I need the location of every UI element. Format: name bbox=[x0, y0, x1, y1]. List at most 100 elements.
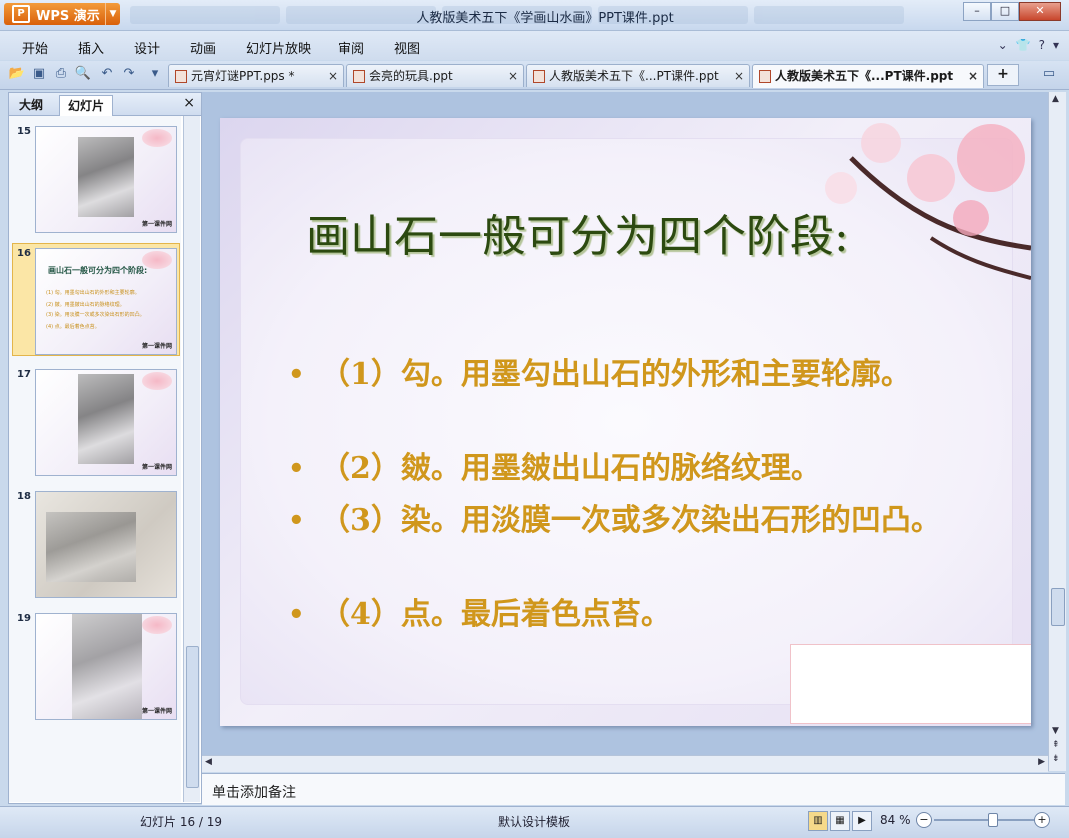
ghost-tab bbox=[130, 6, 280, 24]
scroll-up-icon[interactable]: ▲ bbox=[1052, 94, 1059, 104]
menu-bar: 开始 插入 设计 动画 幻灯片放映 审阅 视图 ⌄ 👕 ? ▾ bbox=[0, 31, 1069, 60]
ppt-file-icon bbox=[759, 70, 771, 83]
zoom-out-icon[interactable]: − bbox=[916, 812, 932, 828]
notes-placeholder: 单击添加备注 bbox=[212, 785, 296, 801]
close-window-button[interactable]: ✕ bbox=[1019, 2, 1061, 21]
close-icon[interactable]: × bbox=[508, 65, 518, 87]
save-icon[interactable]: ▣ bbox=[30, 65, 48, 83]
bullet-dot-icon: • bbox=[288, 506, 305, 536]
doc-tab-label: 人教版美术五下《...PT课件.ppt bbox=[775, 69, 954, 83]
doc-tab-label: 会亮的玩具.ppt bbox=[369, 69, 453, 83]
menu-design[interactable]: 设计 bbox=[134, 38, 160, 57]
window-controls: – □ ✕ bbox=[963, 2, 1061, 21]
ppt-file-icon bbox=[533, 70, 545, 83]
title-bar: P WPS 演示 ▼ 人教版美术五下《学画山水画》PPT课件.ppt – □ ✕ bbox=[0, 0, 1069, 31]
wps-logo-icon: P bbox=[12, 5, 30, 23]
blossom-decoration bbox=[142, 129, 172, 147]
slide-number: 17 bbox=[17, 369, 31, 380]
slides-pane: 大纲 幻灯片 × 15 第一课件网 16 画山石一般可分为四个阶段: (1) 勾… bbox=[8, 92, 202, 804]
bullet-text: （3）染。用淡膜一次或多次染出石形的凹凸。 bbox=[320, 503, 941, 538]
app-name: WPS 演示 bbox=[36, 8, 100, 24]
menu-view[interactable]: 视图 bbox=[394, 38, 420, 57]
slide-title[interactable]: 画山石一般可分为四个阶段: bbox=[306, 200, 849, 264]
close-icon[interactable]: × bbox=[734, 65, 744, 87]
redo-icon[interactable]: ↷ bbox=[120, 65, 138, 83]
slide-thumbnail-list: 15 第一课件网 16 画山石一般可分为四个阶段: (1) 勾。用墨勾出山石的外… bbox=[9, 116, 181, 802]
menu-start[interactable]: 开始 bbox=[22, 38, 48, 57]
chevron-down-icon[interactable]: ▾ bbox=[1053, 38, 1059, 52]
menu-animation[interactable]: 动画 bbox=[190, 38, 216, 57]
help-icon[interactable]: ? bbox=[1039, 38, 1045, 52]
scrollbar-thumb[interactable] bbox=[1051, 588, 1065, 626]
menu-slideshow[interactable]: 幻灯片放映 bbox=[246, 38, 311, 57]
ppt-file-icon bbox=[175, 70, 187, 83]
scroll-right-icon[interactable]: ▶ bbox=[1038, 757, 1045, 767]
window-layout-icon[interactable]: ▭ bbox=[1040, 65, 1058, 83]
skin-icon[interactable]: 👕 bbox=[1016, 38, 1031, 52]
normal-view-icon[interactable]: ▥ bbox=[808, 811, 828, 831]
pane-tabs: 大纲 幻灯片 × bbox=[9, 93, 201, 116]
thumbnail-bullet: (3) 染。用淡膜一次或多次染出石形的凹凸。 bbox=[46, 312, 145, 318]
zoom-slider-track[interactable] bbox=[934, 819, 1034, 821]
doc-tab-label: 元宵灯谜PPT.pps * bbox=[191, 69, 295, 83]
thumbnail-scrollbar[interactable] bbox=[183, 116, 200, 802]
scroll-down-icon[interactable]: ▼ bbox=[1052, 726, 1059, 736]
bullet-dot-icon: • bbox=[288, 454, 305, 484]
zoom-level: 84 % bbox=[880, 813, 911, 827]
slideshow-icon[interactable]: ▶ bbox=[852, 811, 872, 831]
document-tab-bar: 📂 ▣ ⎙ 🔍 ↶ ↷ ▾ 元宵灯谜PPT.pps * × 会亮的玩具.ppt … bbox=[0, 61, 1069, 90]
print-preview-icon[interactable]: 🔍 bbox=[74, 65, 92, 83]
bamboo-painting-image bbox=[46, 512, 136, 582]
white-placeholder-box[interactable] bbox=[790, 644, 1031, 724]
doc-tab[interactable]: 元宵灯谜PPT.pps * × bbox=[168, 64, 344, 87]
slide-thumbnail[interactable]: 第一课件网 bbox=[35, 126, 177, 233]
thumbnail-brand: 第一课件网 bbox=[141, 708, 172, 715]
customize-toolbar-icon[interactable]: ▾ bbox=[146, 65, 164, 83]
minimize-button[interactable]: – bbox=[963, 2, 991, 21]
close-icon[interactable]: × bbox=[328, 65, 338, 87]
blossom-decoration bbox=[142, 616, 172, 634]
close-icon[interactable]: × bbox=[183, 95, 195, 111]
doc-tab[interactable]: 人教版美术五下《...PT课件.ppt × bbox=[526, 64, 750, 87]
undo-icon[interactable]: ↶ bbox=[98, 65, 116, 83]
slide-thumbnail-selected[interactable]: 画山石一般可分为四个阶段: (1) 勾。用墨勾出山石的外形和主要轮廓。 (2) … bbox=[35, 248, 177, 355]
zoom-in-icon[interactable]: + bbox=[1034, 812, 1050, 828]
slide-sorter-icon[interactable]: ▦ bbox=[830, 811, 850, 831]
scrollbar-thumb[interactable] bbox=[186, 646, 199, 788]
maximize-button[interactable]: □ bbox=[991, 2, 1019, 21]
design-template-name[interactable]: 默认设计模板 bbox=[498, 813, 570, 830]
slide-number: 19 bbox=[17, 613, 31, 624]
slide-indicator: 幻灯片 16 / 19 bbox=[140, 815, 223, 829]
new-tab-button[interactable]: + bbox=[987, 64, 1019, 86]
tab-outline[interactable]: 大纲 bbox=[11, 95, 51, 115]
thumbnail-brand: 第一课件网 bbox=[141, 221, 172, 228]
slide-thumbnail[interactable] bbox=[35, 491, 177, 598]
tab-slides[interactable]: 幻灯片 bbox=[59, 95, 114, 116]
open-icon[interactable]: 📂 bbox=[8, 65, 26, 83]
notes-pane[interactable]: 单击添加备注 bbox=[202, 773, 1065, 805]
blossom-decoration bbox=[142, 372, 172, 390]
slide-thumbnail[interactable]: 第一课件网 bbox=[35, 369, 177, 476]
doc-tab-active[interactable]: 人教版美术五下《...PT课件.ppt × bbox=[752, 64, 984, 88]
print-icon[interactable]: ⎙ bbox=[52, 65, 70, 83]
scroll-left-icon[interactable]: ◀ bbox=[205, 757, 212, 767]
close-icon[interactable]: × bbox=[968, 65, 978, 87]
thumbnail-title: 画山石一般可分为四个阶段: bbox=[48, 266, 148, 275]
next-slide-icon[interactable]: ⇟ bbox=[1052, 754, 1060, 764]
bullet-text: （2）皴。用墨皴出山石的脉络纹理。 bbox=[320, 451, 821, 486]
slide-number: 15 bbox=[17, 126, 31, 137]
bullet-dot-icon: • bbox=[288, 600, 305, 630]
thumbnail-brand: 第一课件网 bbox=[141, 464, 172, 471]
previous-slide-icon[interactable]: ⇞ bbox=[1052, 740, 1060, 750]
slide-thumbnail[interactable]: 第一课件网 bbox=[35, 613, 177, 720]
wps-app-menu-button[interactable]: P WPS 演示 ▼ bbox=[4, 3, 120, 25]
current-slide[interactable]: 画山石一般可分为四个阶段: • （1）勾。用墨勾出山石的外形和主要轮廓。 • （… bbox=[220, 118, 1031, 726]
zoom-slider-knob[interactable] bbox=[987, 813, 998, 827]
slide-horizontal-scrollbar[interactable]: ◀ ▶ bbox=[202, 755, 1048, 772]
slide-vertical-scrollbar[interactable]: ▲ ▼ ⇞ ⇟ bbox=[1048, 92, 1066, 771]
doc-tab[interactable]: 会亮的玩具.ppt × bbox=[346, 64, 524, 87]
menu-insert[interactable]: 插入 bbox=[78, 38, 104, 57]
thumbnail-bullet: (4) 点。最后着色点苔。 bbox=[46, 324, 100, 330]
menu-review[interactable]: 审阅 bbox=[338, 38, 364, 57]
chevron-down-icon[interactable]: ⌄ bbox=[998, 38, 1008, 52]
